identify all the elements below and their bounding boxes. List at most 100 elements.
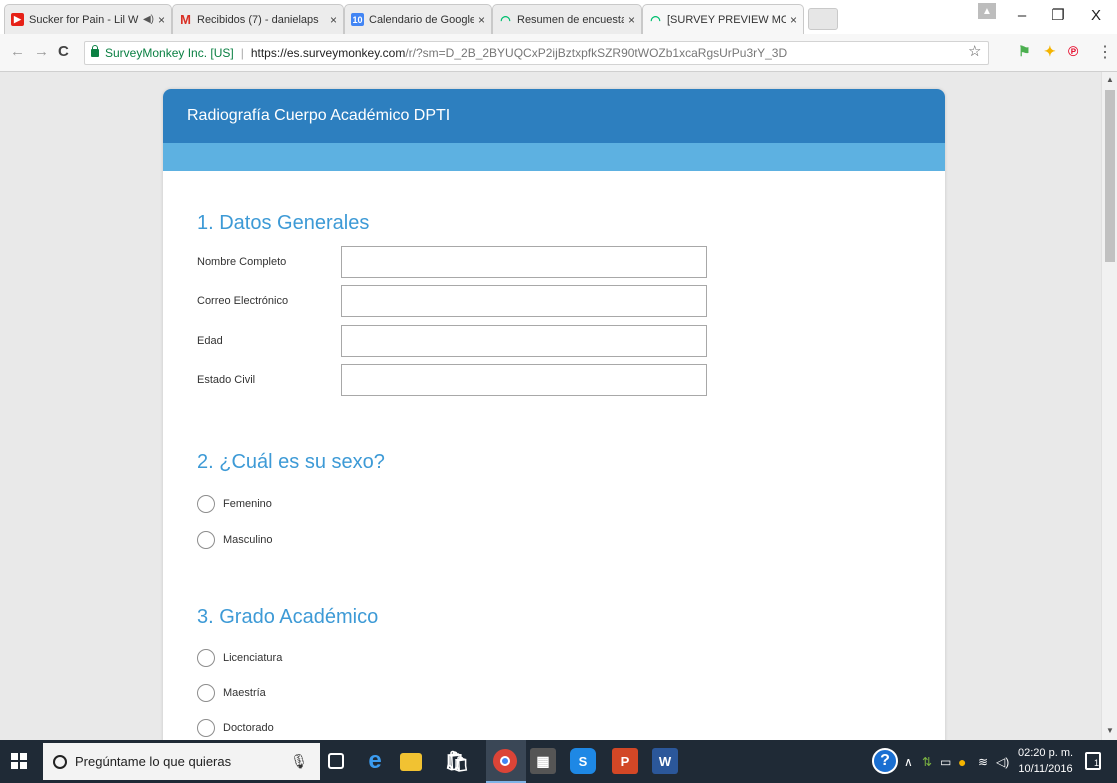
tray-notification-icon[interactable]: ● bbox=[958, 740, 966, 783]
survey-progress-bar bbox=[163, 143, 945, 171]
clock-date: 10/11/2016 bbox=[1018, 763, 1073, 775]
option-label[interactable]: Doctorado bbox=[223, 722, 274, 734]
option-label[interactable]: Masculino bbox=[223, 534, 273, 546]
field-label: Edad bbox=[197, 335, 223, 347]
volume-icon[interactable]: ◁) bbox=[996, 740, 1009, 783]
field-row-correo: Correo Electrónico bbox=[197, 285, 707, 317]
back-icon[interactable]: ← bbox=[10, 43, 25, 60]
question-2-title: 2. ¿Cuál es su sexo? bbox=[197, 451, 385, 473]
battery-icon[interactable]: ▭ bbox=[940, 740, 951, 783]
tab-gmail[interactable]: M Recibidos (7) - danielaps × bbox=[172, 4, 344, 34]
radio-button[interactable] bbox=[197, 531, 215, 549]
tab-youtube[interactable]: ▶ Sucker for Pain - Lil W ◀) × bbox=[4, 4, 172, 34]
field-label: Estado Civil bbox=[197, 374, 256, 386]
address-bar[interactable]: SurveyMonkey Inc. [US] | https://es.surv… bbox=[84, 41, 989, 65]
tray-app-icon[interactable]: ⇅ bbox=[922, 740, 932, 783]
nombre-completo-input[interactable] bbox=[341, 246, 707, 278]
radio-button[interactable] bbox=[197, 649, 215, 667]
help-icon[interactable]: ? bbox=[872, 748, 898, 774]
notification-count: 1 bbox=[1093, 758, 1099, 768]
maximize-button[interactable]: ❐ bbox=[1040, 0, 1076, 30]
tab-close-icon[interactable]: × bbox=[790, 13, 797, 27]
tab-survey-preview[interactable]: ◠ [SURVEY PREVIEW MODE × bbox=[642, 4, 804, 34]
windows-start-icon[interactable] bbox=[11, 753, 27, 769]
option-doctorado[interactable]: Doctorado bbox=[197, 719, 274, 737]
estado-civil-input[interactable] bbox=[341, 364, 707, 396]
edge-icon[interactable]: e bbox=[362, 747, 388, 774]
extension-icon[interactable]: ⚑ bbox=[1018, 43, 1031, 60]
calculator-icon[interactable]: ▦ bbox=[530, 748, 556, 774]
option-label[interactable]: Licenciatura bbox=[223, 652, 282, 664]
new-tab-button[interactable] bbox=[808, 8, 838, 30]
radio-button[interactable] bbox=[197, 719, 215, 737]
field-row-edad: Edad bbox=[197, 325, 707, 357]
scrollbar-thumb[interactable] bbox=[1105, 90, 1115, 262]
question-3-title: 3. Grado Académico bbox=[197, 606, 379, 628]
scroll-up-icon[interactable]: ▲ bbox=[1106, 75, 1114, 84]
word-icon[interactable]: W bbox=[652, 748, 678, 774]
correo-electronico-input[interactable] bbox=[341, 285, 707, 317]
forward-icon[interactable]: → bbox=[34, 43, 49, 60]
show-hidden-icons-icon[interactable]: ∧ bbox=[904, 740, 913, 783]
option-label[interactable]: Maestría bbox=[223, 687, 266, 699]
extension-icon[interactable]: ✦ bbox=[1044, 43, 1056, 60]
chrome-icon[interactable] bbox=[493, 749, 517, 773]
page-viewport: Radiografía Cuerpo Académico DPTI 1. Dat… bbox=[0, 72, 1101, 740]
scroll-down-icon[interactable]: ▼ bbox=[1106, 726, 1114, 735]
question-1-title: 1. Datos Generales bbox=[197, 212, 370, 234]
calendar-icon: 10 bbox=[351, 13, 364, 26]
browser-toolbar: ← → C SurveyMonkey Inc. [US] | https://e… bbox=[0, 34, 1117, 72]
cortana-icon bbox=[53, 754, 67, 769]
tab-close-icon[interactable]: × bbox=[330, 13, 337, 27]
gmail-icon: M bbox=[180, 12, 191, 27]
minimize-button[interactable]: – bbox=[1004, 0, 1040, 30]
vertical-scrollbar[interactable]: ▲ ▼ bbox=[1101, 72, 1117, 740]
youtube-icon: ▶ bbox=[11, 13, 24, 26]
microphone-icon[interactable]: 🎙 bbox=[290, 753, 308, 770]
option-masculino[interactable]: Masculino bbox=[197, 531, 273, 549]
survey-header: Radiografía Cuerpo Académico DPTI bbox=[163, 89, 945, 143]
system-clock[interactable]: 02:20 p. m. 10/11/2016 bbox=[1018, 745, 1073, 777]
skype-icon[interactable]: S bbox=[570, 748, 596, 774]
action-center-icon[interactable]: 1 bbox=[1085, 752, 1101, 770]
tab-survey-summary[interactable]: ◠ Resumen de encuestas d × bbox=[492, 4, 642, 34]
tab-close-icon[interactable]: × bbox=[628, 13, 635, 27]
option-femenino[interactable]: Femenino bbox=[197, 495, 272, 513]
edad-input[interactable] bbox=[341, 325, 707, 357]
file-explorer-icon[interactable] bbox=[400, 753, 422, 771]
pinterest-icon[interactable]: ℗ bbox=[1068, 43, 1078, 59]
tab-close-icon[interactable]: × bbox=[158, 13, 165, 27]
clock-time: 02:20 p. m. bbox=[1018, 747, 1074, 759]
speaker-icon[interactable]: ◀) bbox=[143, 14, 154, 25]
cortana-search-box[interactable]: Pregúntame lo que quieras 🎙 bbox=[43, 743, 320, 780]
tab-close-icon[interactable]: × bbox=[478, 13, 485, 27]
close-window-button[interactable]: X bbox=[1078, 0, 1114, 30]
tab-label: Calendario de Google - I bbox=[369, 13, 474, 26]
bookmark-star-icon[interactable]: ☆ bbox=[968, 42, 981, 60]
field-row-nombre: Nombre Completo bbox=[197, 246, 707, 278]
radio-button[interactable] bbox=[197, 495, 215, 513]
option-label[interactable]: Femenino bbox=[223, 498, 272, 510]
field-label: Nombre Completo bbox=[197, 256, 287, 268]
wifi-icon[interactable]: ≋ bbox=[978, 740, 988, 783]
tab-calendar[interactable]: 10 Calendario de Google - I × bbox=[344, 4, 492, 34]
survey-card: Radiografía Cuerpo Académico DPTI 1. Dat… bbox=[163, 89, 945, 740]
lock-icon bbox=[91, 45, 99, 57]
reload-icon[interactable]: C bbox=[58, 43, 69, 60]
task-view-icon[interactable] bbox=[328, 753, 344, 769]
powerpoint-icon[interactable]: P bbox=[612, 748, 638, 774]
url-host: https://es.surveymonkey.com bbox=[250, 46, 406, 60]
search-placeholder: Pregúntame lo que quieras bbox=[75, 754, 232, 769]
field-row-estado-civil: Estado Civil bbox=[197, 364, 707, 396]
secure-site-label: SurveyMonkey Inc. [US] bbox=[105, 46, 234, 60]
store-icon[interactable]: 🛍 bbox=[444, 748, 470, 774]
browser-tab-strip: ▶ Sucker for Pain - Lil W ◀) × M Recibid… bbox=[0, 0, 1117, 34]
option-maestria[interactable]: Maestría bbox=[197, 684, 266, 702]
tab-label: [SURVEY PREVIEW MODE bbox=[667, 13, 786, 26]
radio-button[interactable] bbox=[197, 684, 215, 702]
user-profile-icon[interactable]: ▲ bbox=[978, 3, 996, 19]
option-licenciatura[interactable]: Licenciatura bbox=[197, 649, 282, 667]
surveymonkey-icon: ◠ bbox=[650, 12, 661, 27]
tab-label: Recibidos (7) - danielaps bbox=[197, 13, 319, 26]
chrome-menu-icon[interactable]: ⋮ bbox=[1097, 42, 1113, 62]
